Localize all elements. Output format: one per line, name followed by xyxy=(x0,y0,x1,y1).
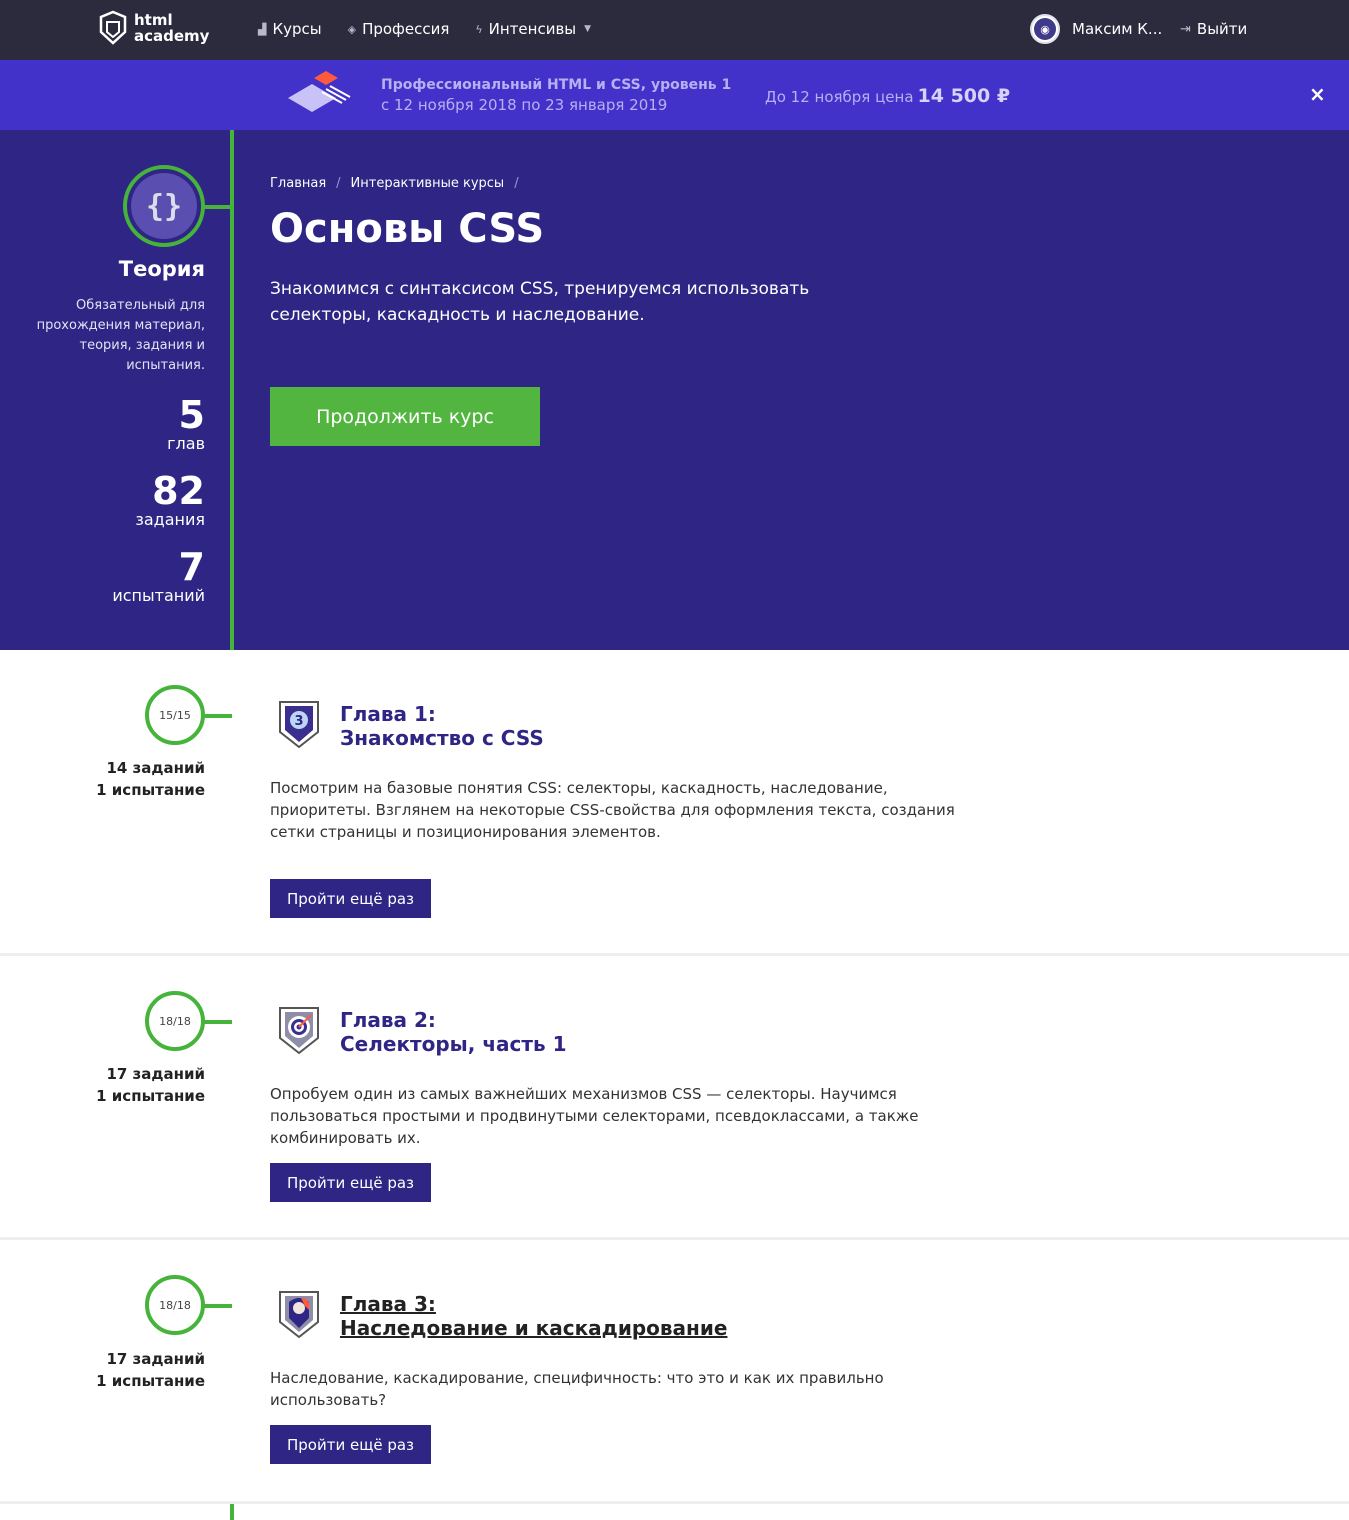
chapter-title-name: Наследование и каскадирование xyxy=(340,1316,728,1340)
logo-shield-icon xyxy=(99,10,127,45)
chapter-title-number: Глава 2: xyxy=(340,1008,436,1032)
raccoon-icon: ◉ xyxy=(1034,18,1056,40)
breadcrumb-home[interactable]: Главная xyxy=(270,176,326,191)
promo-banner[interactable] xyxy=(0,60,1349,130)
logout-icon: ⇥ xyxy=(1180,21,1191,37)
stat-trials-number: 7 xyxy=(178,545,205,589)
nav-courses[interactable]: ▟ Курсы xyxy=(258,20,322,38)
chapter-progress-circle: 18/18 xyxy=(145,991,205,1051)
promo-price-prefix: До 12 ноября цена xyxy=(765,88,914,106)
chapter-trials-count: 1 испытание xyxy=(96,1372,205,1390)
chapter-title[interactable]: Глава 1: Знакомство с CSS xyxy=(340,702,544,750)
logout-label: Выйти xyxy=(1196,20,1248,38)
chapter-description: Посмотрим на базовые понятия CSS: селект… xyxy=(270,779,955,841)
chapter-title-number: Глава 3: xyxy=(340,1292,436,1316)
chapter-title-name: Селекторы, часть 1 xyxy=(340,1032,567,1056)
css3-shield-icon: 3 xyxy=(279,701,319,749)
avatar: ◉ xyxy=(1030,14,1060,44)
breadcrumb: Главная / Интерактивные курсы / xyxy=(270,176,519,191)
theory-badge: {} xyxy=(123,165,205,247)
chapter-tasks-count: 17 заданий xyxy=(106,1350,205,1368)
logo-line-2: academy xyxy=(134,27,210,45)
promo-price: До 12 ноября цена 14 500 ₽ xyxy=(765,85,1010,107)
stat-trials-label: испытаний xyxy=(112,586,205,605)
chapter-stats: 17 заданий 1 испытание xyxy=(40,1348,205,1392)
stat-tasks: 82 задания xyxy=(40,471,205,529)
chapter-title[interactable]: Глава 2: Селекторы, часть 1 xyxy=(340,1008,567,1056)
chapter-stats: 17 заданий 1 испытание xyxy=(40,1063,205,1107)
stat-chapters-label: глав xyxy=(167,434,205,453)
sidebar-title: Теория xyxy=(118,257,205,281)
logout-link[interactable]: ⇥ Выйти xyxy=(1180,20,1247,38)
nav-intensives-label: Интенсивы xyxy=(488,20,577,38)
nav-profession[interactable]: ◈ Профессия xyxy=(348,20,450,38)
bolt-icon: ϟ xyxy=(475,22,483,36)
retake-chapter-button[interactable]: Пройти ещё раз xyxy=(270,1163,431,1202)
stat-chapters-number: 5 xyxy=(178,393,205,437)
chapter-description: Наследование, каскадирование, специфично… xyxy=(270,1369,884,1409)
user-name: Максим К... xyxy=(1072,20,1163,38)
chapter-description: Опробуем один из самых важнейших механиз… xyxy=(270,1085,919,1147)
portrait-shield-icon xyxy=(279,1291,319,1339)
nav-courses-label: Курсы xyxy=(272,20,322,38)
svg-text:3: 3 xyxy=(294,714,303,729)
promo-price-value: 14 500 ₽ xyxy=(917,85,1011,107)
chapter-stats: 14 заданий 1 испытание xyxy=(40,757,205,801)
retake-chapter-button[interactable]: Пройти ещё раз xyxy=(270,1425,431,1464)
top-navigation-bar: html academy ▟ Курсы ◈ Профессия ϟ Интен… xyxy=(0,0,1349,60)
course-description: Знакомимся с синтаксисом CSS, тренируемс… xyxy=(270,279,810,325)
chapter-title-number: Глава 1: xyxy=(340,702,436,726)
logo-line-1: html xyxy=(134,11,173,29)
stat-tasks-number: 82 xyxy=(152,469,205,513)
chapter-trials-count: 1 испытание xyxy=(96,1087,205,1105)
promo-title[interactable]: Профессиональный HTML и CSS, уровень 1 xyxy=(381,77,731,93)
chapter-tasks-count: 14 заданий xyxy=(106,759,205,777)
nav-profession-label: Профессия xyxy=(362,20,450,38)
retake-chapter-button[interactable]: Пройти ещё раз xyxy=(270,879,431,918)
continue-course-button[interactable]: Продолжить курс xyxy=(270,387,540,446)
stat-chapters: 5 глав xyxy=(40,395,205,453)
breadcrumb-interactive-courses[interactable]: Интерактивные курсы xyxy=(351,176,505,191)
promo-dates: с 12 ноября 2018 по 23 января 2019 xyxy=(381,96,668,114)
chapter-progress-circle: 15/15 xyxy=(145,685,205,745)
promo-illustration-icon xyxy=(288,71,351,112)
breadcrumb-separator: / xyxy=(336,176,341,191)
chapter-title-name: Знакомство с CSS xyxy=(340,726,544,750)
html-academy-logo[interactable]: html academy xyxy=(98,10,218,50)
breadcrumb-separator: / xyxy=(514,176,519,191)
chapter-progress-circle: 18/18 xyxy=(145,1275,205,1335)
chapter-trials-count: 1 испытание xyxy=(96,781,205,799)
cap-icon: ◈ xyxy=(347,22,357,36)
sidebar-description: Обязательный для прохождения материал, т… xyxy=(36,298,205,373)
stat-tasks-label: задания xyxy=(135,510,205,529)
logo-text: html academy xyxy=(134,12,209,44)
curly-braces-icon: {} xyxy=(131,173,197,239)
page-title: Основы CSS xyxy=(270,206,545,252)
main-nav: ▟ Курсы ◈ Профессия ϟ Интенсивы ▼ xyxy=(258,20,591,38)
chapter-tasks-count: 17 заданий xyxy=(106,1065,205,1083)
chapter-title[interactable]: Глава 3: Наследование и каскадирование xyxy=(340,1292,727,1340)
target-shield-icon xyxy=(279,1007,319,1055)
close-icon[interactable]: × xyxy=(1309,82,1326,106)
stat-trials: 7 испытаний xyxy=(40,547,205,605)
bars-icon: ▟ xyxy=(258,22,267,36)
chevron-down-icon: ▼ xyxy=(584,24,592,34)
nav-intensives[interactable]: ϟ Интенсивы ▼ xyxy=(475,20,591,38)
user-profile-link[interactable]: ◉ Максим К... xyxy=(1030,14,1162,44)
